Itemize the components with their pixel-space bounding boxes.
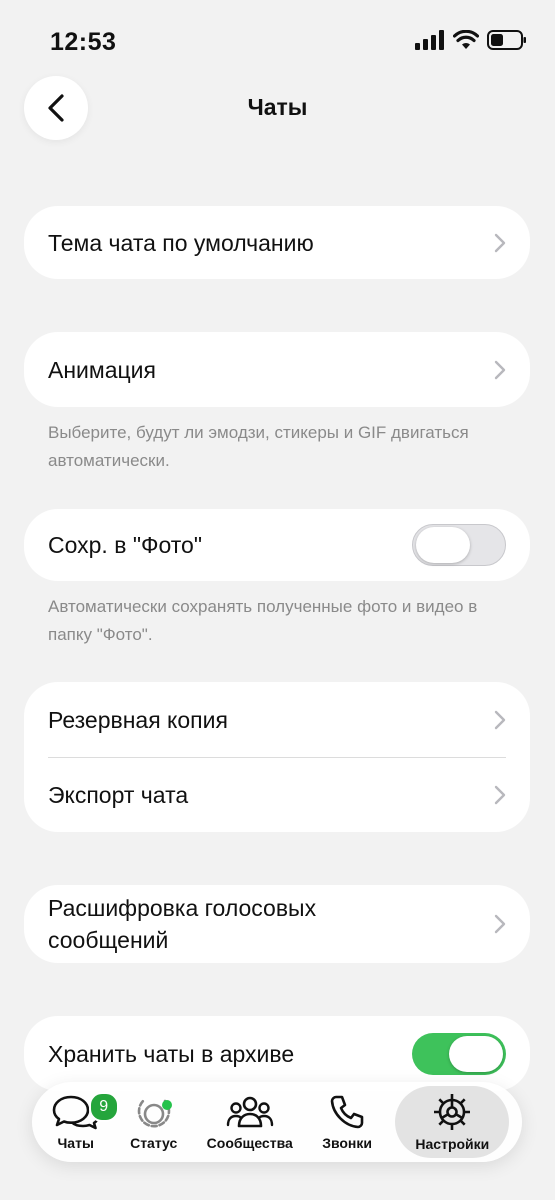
animation-card: Анимация <box>24 332 530 407</box>
tab-bar: 9 Чаты Статус Сообщества Звонки Настройк… <box>32 1082 522 1162</box>
tab-status[interactable]: Статус <box>124 1086 183 1158</box>
voice-transcription-label: Расшифровка голосовых сообщений <box>48 895 317 953</box>
wifi-icon <box>453 30 479 49</box>
chat-theme-card: Тема чата по умолчанию <box>24 206 530 279</box>
tab-label: Звонки <box>322 1135 373 1151</box>
animation-row[interactable]: Анимация <box>24 332 530 407</box>
nav-header: Чаты <box>0 72 555 144</box>
save-photos-card: Сохр. в "Фото" <box>24 509 530 581</box>
backup-row[interactable]: Резервная копия <box>24 682 530 758</box>
export-chat-row[interactable]: Экспорт чата <box>24 758 530 832</box>
animation-label: Анимация <box>48 356 156 383</box>
chat-theme-row[interactable]: Тема чата по умолчанию <box>24 206 530 279</box>
tab-chats[interactable]: 9 Чаты <box>45 1086 119 1158</box>
save-photos-toggle[interactable] <box>412 524 506 566</box>
backup-export-card: Резервная копия Экспорт чата <box>24 682 530 832</box>
communities-icon <box>226 1096 273 1128</box>
backup-label: Резервная копия <box>48 707 228 733</box>
keep-archived-label: Хранить чаты в архиве <box>48 1040 295 1067</box>
tab-label: Чаты <box>57 1135 94 1151</box>
chats-unread-badge: 9 <box>88 1092 119 1122</box>
tab-communities[interactable]: Сообщества <box>201 1086 299 1158</box>
export-chat-label: Экспорт чата <box>48 782 189 808</box>
toggle-knob <box>416 527 470 563</box>
status-icon <box>137 1099 170 1128</box>
chevron-right-icon <box>494 233 506 252</box>
phone-icon <box>330 1095 364 1129</box>
toggle-knob <box>449 1035 503 1072</box>
keep-archived-row: Хранить чаты в архиве <box>24 1016 530 1091</box>
status-time: 12:53 <box>50 28 117 56</box>
battery-icon <box>487 30 526 50</box>
chevron-right-icon <box>494 710 506 730</box>
chevron-right-icon <box>494 914 506 934</box>
tab-label: Статус <box>130 1135 178 1151</box>
chat-theme-label: Тема чата по умолчанию <box>48 229 314 256</box>
save-photos-note: Автоматически сохранять полученные фото … <box>48 597 478 644</box>
page-title: Чаты <box>247 94 308 120</box>
chevron-right-icon <box>494 785 506 805</box>
tab-label: Настройки <box>415 1136 490 1152</box>
keep-archived-toggle[interactable] <box>412 1032 506 1075</box>
keep-archived-card: Хранить чаты в архиве <box>24 1016 530 1091</box>
signal-icon <box>415 30 444 50</box>
tab-label: Сообщества <box>206 1135 293 1151</box>
animation-note: Выберите, будут ли эмодзи, стикеры и GIF… <box>48 423 469 470</box>
status-bar: 12:53 <box>0 0 555 80</box>
tab-calls[interactable]: Звонки <box>316 1086 378 1158</box>
settings-gear-icon <box>434 1094 471 1130</box>
tab-settings[interactable]: Настройки <box>395 1086 510 1158</box>
voice-transcription-card: Расшифровка голосовых сообщений <box>24 885 530 963</box>
save-photos-row: Сохр. в "Фото" <box>24 509 530 581</box>
chevron-right-icon <box>494 360 506 379</box>
save-photos-label: Сохр. в "Фото" <box>48 532 202 558</box>
system-icons <box>415 30 527 50</box>
voice-transcription-row[interactable]: Расшифровка голосовых сообщений <box>24 885 530 963</box>
